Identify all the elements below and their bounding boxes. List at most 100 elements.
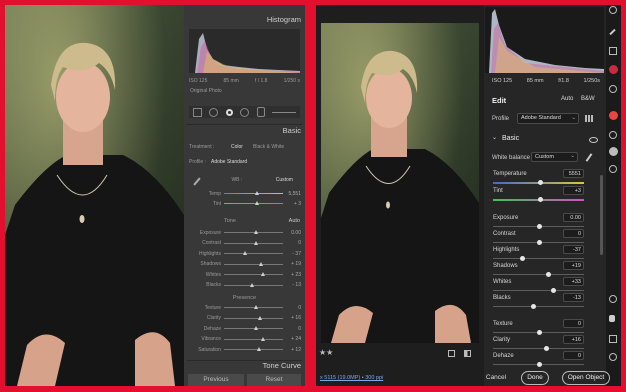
highlights-knob-acr[interactable] <box>520 256 526 261</box>
settings-icon[interactable] <box>609 353 617 361</box>
snapshot-icon[interactable] <box>609 147 618 156</box>
temp-slider[interactable]: Temp 5,551 <box>188 189 301 198</box>
tone-curve-title[interactable]: Tone Curve <box>263 361 301 370</box>
spot-removal-icon[interactable] <box>225 108 233 116</box>
clarity-value[interactable]: + 16 <box>283 315 301 321</box>
shadows-slider[interactable]: Shadows + 19 <box>188 260 301 269</box>
cancel-button[interactable]: Cancel <box>482 371 510 385</box>
rating-stars[interactable]: ★★ <box>319 348 333 357</box>
mask-icon[interactable] <box>256 107 265 117</box>
saturation-slider[interactable]: Saturation + 12 <box>188 345 301 354</box>
temperature-value[interactable]: 5551 <box>563 169 584 178</box>
highlights-knob[interactable] <box>242 251 247 255</box>
blacks-slider[interactable]: Blacks - 13 <box>188 281 301 290</box>
eyedropper-icon[interactable] <box>585 153 593 162</box>
basic-title[interactable]: Basic <box>283 126 301 135</box>
previous-button[interactable]: Previous <box>188 374 244 386</box>
visibility-eye-icon[interactable] <box>589 137 598 143</box>
tint-value-acr[interactable]: +3 <box>563 186 584 195</box>
temp-value[interactable]: 5,551 <box>283 191 301 197</box>
tint-knob[interactable] <box>254 201 259 205</box>
presets-icon[interactable] <box>609 131 617 139</box>
contrast-knob[interactable] <box>253 240 258 245</box>
whites-knob-acr[interactable] <box>551 288 557 293</box>
treatment-bw[interactable]: Black & White <box>253 144 284 150</box>
help-icon[interactable] <box>609 6 617 14</box>
whites-value[interactable]: + 23 <box>283 272 301 278</box>
temp-knob[interactable] <box>254 191 259 195</box>
contrast-value[interactable]: 0 <box>283 240 301 246</box>
treatment-color[interactable]: Color <box>231 144 253 150</box>
profile-value[interactable]: Adobe Standard <box>211 159 247 165</box>
exposure-slider[interactable]: Exposure 0.00 <box>188 228 301 237</box>
grid-icon[interactable] <box>192 107 202 117</box>
basic-title-acr[interactable]: Basic <box>502 135 519 142</box>
bw-button[interactable]: B&W <box>581 96 595 102</box>
shadows-value[interactable]: + 19 <box>283 261 301 267</box>
histogram-title[interactable]: Histogram <box>267 15 301 24</box>
texture-slider[interactable]: Texture 0 <box>188 303 301 312</box>
saturation-value[interactable]: + 12 <box>283 347 301 353</box>
compare-icon[interactable] <box>448 350 455 357</box>
chevron-down-icon[interactable]: ⌄ <box>492 134 497 141</box>
dehaze-value-acr[interactable]: 0 <box>563 351 584 360</box>
shadows-value-acr[interactable]: +19 <box>563 261 584 270</box>
adjust-icon[interactable] <box>272 111 297 113</box>
texture-value[interactable]: 0 <box>283 305 301 311</box>
redeye-icon[interactable] <box>240 107 250 117</box>
vibrance-value[interactable]: + 24 <box>283 336 301 342</box>
whites-slider[interactable]: Whites + 23 <box>188 270 301 279</box>
profile-browser-icon[interactable] <box>585 115 593 122</box>
panel-scrollbar[interactable] <box>600 175 603 255</box>
more-icon[interactable] <box>609 165 617 173</box>
clarity-value-acr[interactable]: +16 <box>563 335 584 344</box>
file-info[interactable]: x 5115 (19.0MP) • 300 ppi <box>320 375 383 381</box>
blacks-value-acr[interactable]: -13 <box>563 293 584 302</box>
redeye-icon[interactable] <box>609 111 618 120</box>
texture-knob-acr[interactable] <box>536 330 542 335</box>
blacks-value[interactable]: - 13 <box>283 282 301 288</box>
dehaze-value[interactable]: 0 <box>283 326 301 332</box>
before-after-icon[interactable] <box>464 350 471 357</box>
tone-auto-button[interactable]: Auto <box>289 218 300 224</box>
edit-icon[interactable] <box>609 28 616 36</box>
temperature-knob[interactable] <box>538 180 544 185</box>
grid-toggle-icon[interactable] <box>609 335 617 343</box>
vibrance-knob[interactable] <box>260 336 265 341</box>
tint-slider[interactable]: Tint + 3 <box>188 199 301 208</box>
auto-button[interactable]: Auto <box>561 96 573 102</box>
blacks-knob-acr[interactable] <box>531 304 537 309</box>
eyedropper-icon[interactable] <box>193 177 201 186</box>
whites-value-acr[interactable]: +33 <box>563 277 584 286</box>
contrast-value-acr[interactable]: 0 <box>563 229 584 238</box>
blacks-knob[interactable] <box>249 282 254 287</box>
done-button[interactable]: Done <box>521 371 549 385</box>
highlights-slider[interactable]: Highlights - 37 <box>188 249 301 258</box>
exposure-knob[interactable] <box>253 230 258 234</box>
healing-icon[interactable] <box>609 65 618 74</box>
dehaze-slider[interactable]: Dehaze 0 <box>188 324 301 333</box>
tint-knob-acr[interactable] <box>538 197 544 202</box>
texture-knob[interactable] <box>253 305 258 309</box>
tint-value[interactable]: + 3 <box>283 201 301 207</box>
highlights-value[interactable]: - 37 <box>283 251 301 257</box>
shadows-knob[interactable] <box>259 261 264 266</box>
shadows-knob-acr[interactable] <box>545 272 551 277</box>
exposure-value-acr[interactable]: 0.00 <box>563 213 584 222</box>
contrast-knob-acr[interactable] <box>536 240 542 245</box>
zoom-icon[interactable] <box>609 295 617 303</box>
wb-value[interactable]: Custom <box>276 177 293 186</box>
vibrance-slider[interactable]: Vibrance + 24 <box>188 335 301 344</box>
clarity-knob[interactable] <box>258 315 263 320</box>
texture-value-acr[interactable]: 0 <box>563 319 584 328</box>
open-object-button[interactable]: Open Object <box>562 371 610 385</box>
clarity-slider[interactable]: Clarity + 16 <box>188 314 301 323</box>
reset-button[interactable]: Reset <box>247 374 301 386</box>
exposure-value[interactable]: 0.00 <box>283 230 301 236</box>
wb-select[interactable]: Custom ⌄ <box>531 152 578 162</box>
exposure-knob-acr[interactable] <box>536 224 542 229</box>
highlights-value-acr[interactable]: -37 <box>563 245 584 254</box>
clarity-knob-acr[interactable] <box>543 346 549 351</box>
profile-select[interactable]: Adobe Standard ⌄ <box>517 113 579 124</box>
saturation-knob[interactable] <box>257 347 262 351</box>
